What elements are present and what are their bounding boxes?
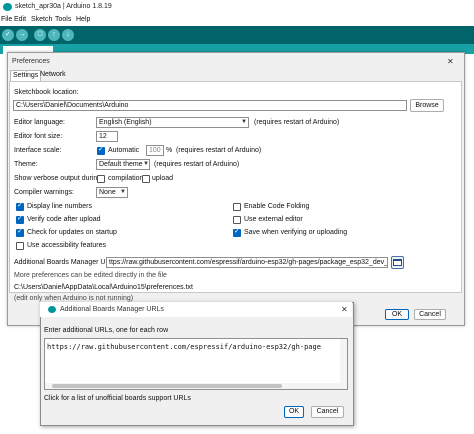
- menu-help[interactable]: Help: [76, 16, 90, 23]
- boards-cancel-button[interactable]: Cancel: [311, 406, 344, 418]
- close-icon[interactable]: ✕: [447, 57, 454, 66]
- automatic-scale-label: Automatic: [108, 147, 140, 154]
- edit-only-note: (edit only when Arduino is not running): [14, 295, 134, 302]
- chevron-down-icon: ▼: [143, 161, 149, 167]
- external-editor-label: Use external editor: [244, 216, 303, 223]
- verbose-compilation-checkbox[interactable]: [97, 175, 105, 183]
- save-button[interactable]: ↓: [62, 29, 74, 41]
- window-title: sketch_apr30a | Arduino 1.8.19: [15, 3, 112, 10]
- window-icon[interactable]: [391, 256, 404, 269]
- ok-button[interactable]: OK: [385, 309, 409, 320]
- verify-button[interactable]: ✓: [2, 29, 14, 41]
- code-folding-label: Enable Code Folding: [244, 203, 310, 210]
- boards-url-line[interactable]: https://raw.githubusercontent.com/espres…: [47, 343, 339, 351]
- more-preferences-note: More preferences can be edited directly …: [14, 272, 167, 279]
- boards-dialog-prompt: Enter additional URLs, one for each row: [44, 327, 169, 334]
- browse-button[interactable]: Browse: [410, 99, 444, 112]
- arduino-logo-icon: [3, 3, 12, 11]
- sketchbook-location-field[interactable]: C:\Users\Daniel\Documents\Arduino: [13, 100, 407, 111]
- display-line-numbers-label: Display line numbers: [27, 203, 92, 210]
- font-size-field[interactable]: 12: [96, 131, 118, 142]
- save-when-verifying-label: Save when verifying or uploading: [244, 229, 348, 236]
- verbose-compilation-label: compilation: [108, 175, 144, 182]
- unofficial-boards-link[interactable]: Click for a list of unofficial boards su…: [44, 395, 191, 402]
- accessibility-checkbox[interactable]: [16, 242, 24, 250]
- automatic-scale-checkbox[interactable]: [97, 145, 105, 155]
- editor-language-select[interactable]: English (English): [96, 117, 249, 128]
- verify-code-checkbox[interactable]: [16, 214, 24, 224]
- preferences-file-path: C:\Users\Daniel\AppData\Local\Arduino15\…: [14, 284, 193, 291]
- theme-label: Theme:: [14, 161, 38, 168]
- check-updates-label: Check for updates on startup: [27, 229, 117, 236]
- interface-scale-label: Interface scale:: [14, 147, 62, 154]
- new-sketch-button[interactable]: □: [34, 29, 46, 41]
- open-button[interactable]: ↑: [48, 29, 60, 41]
- verbose-output-label: Show verbose output during:: [14, 175, 104, 182]
- preferences-title: Preferences: [12, 58, 50, 65]
- boards-urls-label: Additional Boards Manager URLs:: [14, 259, 120, 266]
- sketchbook-label: Sketchbook location:: [14, 89, 79, 96]
- menu-tools[interactable]: Tools: [55, 16, 71, 23]
- font-size-label: Editor font size:: [14, 133, 63, 140]
- editor-language-label: Editor language:: [14, 119, 65, 126]
- display-line-numbers-checkbox[interactable]: [16, 201, 24, 211]
- accessibility-label: Use accessibility features: [27, 242, 106, 249]
- theme-select[interactable]: Default theme: [96, 159, 150, 170]
- scale-percent-field[interactable]: 100: [146, 145, 164, 156]
- verbose-upload-label: upload: [152, 175, 174, 182]
- save-when-verifying-checkbox[interactable]: [233, 227, 241, 237]
- vertical-scrollbar[interactable]: [340, 339, 347, 389]
- arduino-logo-icon: [48, 306, 56, 313]
- scale-restart-note: (requires restart of Arduino): [176, 147, 262, 154]
- boards-dialog-title: Additional Boards Manager URLs: [60, 306, 164, 313]
- horizontal-scrollbar-thumb[interactable]: [52, 384, 282, 388]
- boards-ok-button[interactable]: OK: [284, 406, 304, 418]
- external-editor-checkbox[interactable]: [233, 216, 241, 224]
- check-updates-checkbox[interactable]: [16, 227, 24, 237]
- chevron-down-icon: ▼: [241, 119, 247, 125]
- percent-unit: %: [166, 147, 173, 154]
- code-folding-checkbox[interactable]: [233, 203, 241, 211]
- upload-button[interactable]: →: [16, 29, 28, 41]
- chevron-down-icon: ▼: [120, 189, 126, 195]
- theme-restart-note: (requires restart of Arduino): [154, 161, 240, 168]
- language-restart-note: (requires restart of Arduino): [254, 119, 340, 126]
- menu-edit[interactable]: Edit: [14, 16, 26, 23]
- tab-network[interactable]: Network: [38, 70, 68, 80]
- compiler-warnings-label: Compiler warnings:: [14, 189, 74, 196]
- boards-urls-field[interactable]: ttps://raw.githubusercontent.com/espress…: [106, 257, 388, 268]
- verify-code-label: Verify code after upload: [27, 216, 101, 223]
- tab-settings[interactable]: Settings: [10, 70, 42, 81]
- cancel-button[interactable]: Cancel: [414, 309, 446, 320]
- menu-sketch[interactable]: Sketch: [31, 16, 52, 23]
- close-icon[interactable]: ✕: [341, 305, 348, 314]
- verbose-upload-checkbox[interactable]: [142, 175, 150, 183]
- menu-file[interactable]: File: [1, 16, 12, 23]
